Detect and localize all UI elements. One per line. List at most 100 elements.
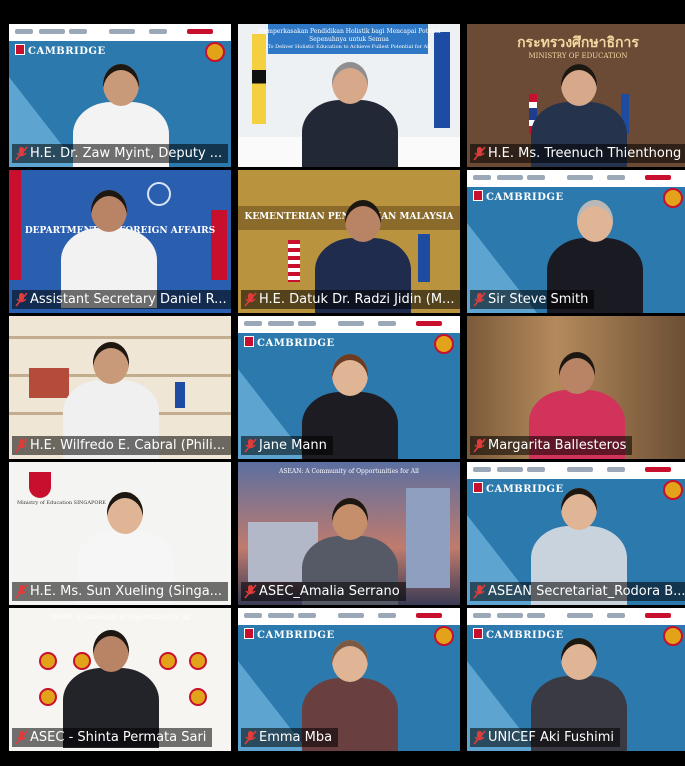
asean-emblem-icon: [434, 626, 454, 646]
person-head: [332, 498, 368, 540]
participant-name-label: H.E. Dr. Zaw Myint, Deputy ...: [12, 144, 229, 163]
sponsor-logo: [416, 321, 442, 326]
participant-video-tile[interactable]: กระทรวงศึกษาธิการ MINISTRY OF EDUCATION H.…: [467, 24, 685, 167]
sponsor-logos-bar: [467, 170, 685, 187]
books: [29, 368, 69, 398]
muted-mic-icon: [244, 584, 257, 599]
participant-name: H.E. Ms. Treenuch Thienthong: [488, 146, 682, 161]
asean-flag: [211, 210, 227, 280]
cambridge-label: CAMBRIDGE: [257, 338, 335, 349]
participant-name-label: Jane Mann: [241, 436, 333, 455]
sponsor-logos-bar: [467, 462, 685, 479]
sponsor-logo: [149, 29, 167, 34]
participant-video-tile[interactable]: CAMBRIDGE Jane Mann: [238, 316, 460, 459]
asean-emblem-icon: [73, 652, 91, 670]
cambridge-shield-icon: [15, 44, 25, 55]
cambridge-logo: CAMBRIDGE: [473, 190, 564, 203]
person-head: [561, 488, 597, 530]
cambridge-label: CAMBRIDGE: [486, 484, 564, 495]
participant-name: Margarita Ballesteros: [488, 438, 627, 453]
participant-name: ASEC_Amalia Serrano: [259, 584, 400, 599]
person-body: [302, 100, 398, 167]
person-head: [332, 640, 368, 682]
asean-emblem-icon: [205, 42, 225, 62]
sponsor-logo: [378, 321, 396, 326]
participant-video-tile[interactable]: CAMBRIDGE H.E. Dr. Zaw Myint, Deputy ...: [9, 24, 231, 167]
asean-flag: [175, 382, 185, 408]
sponsor-logo: [416, 613, 442, 618]
participant-video-tile[interactable]: Ministry of Education SINGAPORE H.E. Ms. …: [9, 462, 231, 605]
asean-emblem-icon: [39, 688, 57, 706]
muted-mic-icon: [15, 292, 28, 307]
sponsor-logo: [244, 613, 262, 618]
participant-video-tile[interactable]: Margarita Ballesteros: [467, 316, 685, 459]
muted-mic-icon: [473, 292, 486, 307]
sponsor-logo: [497, 613, 523, 618]
participant-video-tile[interactable]: DEPARTMENT OF FOREIGN AFFAIRSAssistant S…: [9, 170, 231, 313]
moe-crest-icon: [29, 472, 51, 498]
sponsor-logo: [567, 613, 593, 618]
sponsor-logo: [378, 613, 396, 618]
participant-name-label: UNICEF Aki Fushimi: [470, 728, 621, 747]
banner-text: ASEAN: A Community of Opportunities for …: [50, 614, 190, 621]
shelf: [9, 336, 231, 339]
cambridge-shield-icon: [473, 628, 483, 639]
asean-emblem-icon: [434, 334, 454, 354]
dfa-seal: [147, 182, 171, 206]
participant-name: H.E. Datuk Dr. Radzi Jidin (M...: [259, 292, 455, 307]
sponsor-logo: [473, 467, 491, 472]
sponsor-logo: [527, 613, 545, 618]
wall-sign-sub: MINISTRY OF EDUCATION: [528, 52, 628, 60]
participant-name-label: ASEC - Shinta Permata Sari: [12, 728, 213, 747]
person-head: [345, 200, 381, 242]
sponsor-logo: [298, 321, 316, 326]
participant-name: Assistant Secretary Daniel R...: [30, 292, 227, 307]
participant-name-label: ASEC_Amalia Serrano: [241, 582, 406, 601]
sponsor-logo: [645, 467, 671, 472]
tower: [406, 488, 450, 588]
participant-video-tile[interactable]: CAMBRIDGE Sir Steve Smith: [467, 170, 685, 313]
asean-emblem-icon: [663, 626, 683, 646]
sponsor-logo: [298, 613, 316, 618]
sponsor-logo: [69, 29, 87, 34]
asean-emblem-icon: [159, 652, 177, 670]
participant-video-tile[interactable]: CAMBRIDGE Emma Mba: [238, 608, 460, 751]
cambridge-logo: CAMBRIDGE: [244, 336, 335, 349]
participant-name: ASEC - Shinta Permata Sari: [30, 730, 207, 745]
sponsor-logo: [338, 613, 364, 618]
participant-name-label: H.E. Ms. Treenuch Thienthong: [470, 144, 685, 163]
cambridge-label: CAMBRIDGE: [486, 630, 564, 641]
participant-name: ASEAN Secretariat_Rodora B...: [488, 584, 685, 599]
moe-caption: Ministry of Education SINGAPORE: [17, 500, 106, 506]
cambridge-logo: CAMBRIDGE: [473, 628, 564, 641]
participant-video-tile[interactable]: CAMBRIDGE ASEAN Secretariat_Rodora B...: [467, 462, 685, 605]
person-head: [332, 354, 368, 396]
participant-name: Emma Mba: [259, 730, 333, 745]
sponsor-logos-bar: [9, 24, 231, 41]
participant-name-label: Assistant Secretary Daniel R...: [12, 290, 231, 309]
person-head: [103, 64, 139, 106]
participant-video-tile[interactable]: Memperkasakan Pendidikan Holistik bagi M…: [238, 24, 460, 167]
participant-name-label: ASEAN Secretariat_Rodora B...: [470, 582, 685, 601]
participant-name-label: H.E. Datuk Dr. Radzi Jidin (M...: [241, 290, 460, 309]
participant-video-tile[interactable]: ASEAN: A Community of Opportunities for …: [9, 608, 231, 751]
participant-video-tile[interactable]: ASEAN: A Community of Opportunities for …: [238, 462, 460, 605]
muted-mic-icon: [15, 730, 28, 745]
banner-text: Memperkasakan Pendidikan Holistik bagi M…: [257, 28, 441, 43]
sponsor-logo: [607, 467, 625, 472]
muted-mic-icon: [15, 438, 28, 453]
sponsor-logos-bar: [238, 608, 460, 625]
participant-video-tile[interactable]: H.E. Wilfredo E. Cabral (Phili...: [9, 316, 231, 459]
participant-name-label: Emma Mba: [241, 728, 339, 747]
participant-video-tile[interactable]: KEMENTERIAN PENDIDIKAN MALAYSIAH.E. Datu…: [238, 170, 460, 313]
cambridge-logo: CAMBRIDGE: [473, 482, 564, 495]
wall-sign: กระทรวงศึกษาธิการ: [517, 35, 639, 51]
participant-name: H.E. Dr. Zaw Myint, Deputy ...: [30, 146, 223, 161]
cambridge-label: CAMBRIDGE: [486, 192, 564, 203]
sponsor-logo: [527, 467, 545, 472]
video-grid: CAMBRIDGE H.E. Dr. Zaw Myint, Deputy ... M…: [9, 24, 685, 752]
sponsor-logo: [109, 29, 135, 34]
participant-video-tile[interactable]: CAMBRIDGE UNICEF Aki Fushimi: [467, 608, 685, 751]
sponsor-logo: [244, 321, 262, 326]
sponsor-logo: [15, 29, 33, 34]
